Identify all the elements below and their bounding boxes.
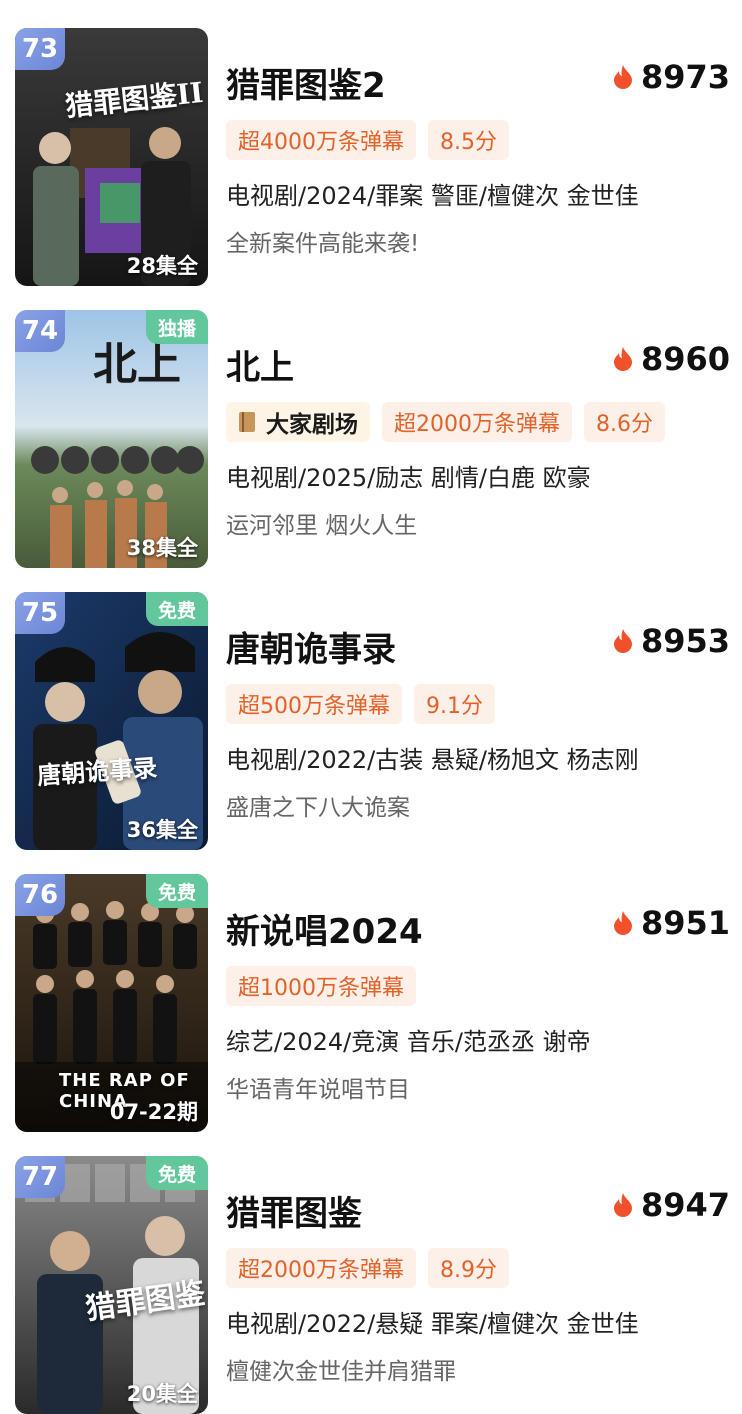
rank-badge: 75 bbox=[15, 592, 65, 634]
flame-icon bbox=[613, 1193, 632, 1217]
heat-score: 8953 bbox=[613, 622, 730, 660]
show-meta: 综艺/2024/竞演 音乐/范丞丞 谢帝 bbox=[226, 1028, 591, 1056]
danmaku-tag: 超2000万条弹幕 bbox=[226, 1248, 416, 1288]
free-badge: 免费 bbox=[145, 1156, 208, 1190]
show-meta: 电视剧/2025/励志 剧情/白鹿 欧豪 bbox=[226, 464, 591, 492]
rank-badge: 76 bbox=[15, 874, 65, 916]
tag-list: 超2000万条弹幕 8.9分 bbox=[226, 1248, 509, 1288]
show-title[interactable]: 唐朝诡事录 bbox=[226, 622, 396, 671]
flame-icon bbox=[613, 347, 632, 371]
rank-badge: 73 bbox=[15, 28, 65, 70]
heat-value: 8973 bbox=[640, 58, 730, 96]
show-title[interactable]: 新说唱2024 bbox=[226, 904, 423, 953]
danmaku-tag: 超1000万条弹幕 bbox=[226, 966, 416, 1006]
poster[interactable]: 猎罪图鉴 77 免费 20集全 bbox=[15, 1156, 208, 1414]
heat-value: 8947 bbox=[640, 1186, 730, 1224]
list-item[interactable]: 北上 74 独播 38集全 北上 8960 大家剧场 超2000万条弹幕 8.6… bbox=[0, 310, 742, 568]
heat-value: 8960 bbox=[640, 340, 730, 378]
episode-count: 07-22期 bbox=[109, 1100, 198, 1124]
danmaku-tag: 超500万条弹幕 bbox=[226, 684, 402, 724]
theater-label: 大家剧场 bbox=[266, 411, 358, 438]
episode-count: 38集全 bbox=[126, 536, 198, 560]
rank-badge: 77 bbox=[15, 1156, 65, 1198]
show-description: 檀健次金世佳并肩猎罪 bbox=[226, 1359, 456, 1385]
episode-count: 36集全 bbox=[126, 818, 198, 842]
show-meta: 电视剧/2022/悬疑 罪案/檀健次 金世佳 bbox=[226, 1310, 639, 1338]
show-title[interactable]: 北上 bbox=[226, 340, 294, 389]
show-description: 华语青年说唱节目 bbox=[226, 1077, 410, 1103]
show-meta: 电视剧/2024/罪案 警匪/檀健次 金世佳 bbox=[226, 182, 639, 210]
heat-score: 8973 bbox=[613, 58, 730, 96]
episode-count: 20集全 bbox=[126, 1382, 198, 1406]
score-tag: 8.9分 bbox=[428, 1248, 509, 1288]
list-item[interactable]: 猎罪图鉴 77 免费 20集全 猎罪图鉴 8947 超2000万条弹幕 8.9分… bbox=[0, 1156, 742, 1414]
poster[interactable]: 唐朝诡事录 75 免费 36集全 bbox=[15, 592, 208, 850]
poster[interactable]: 猎罪图鉴II 73 28集全 bbox=[15, 28, 208, 286]
show-title[interactable]: 猎罪图鉴2 bbox=[226, 58, 386, 107]
score-tag: 9.1分 bbox=[414, 684, 495, 724]
show-title[interactable]: 猎罪图鉴 bbox=[226, 1186, 362, 1235]
tag-list: 超1000万条弹幕 bbox=[226, 966, 416, 1006]
exclusive-badge: 独播 bbox=[145, 310, 208, 344]
show-meta: 电视剧/2022/古装 悬疑/杨旭文 杨志刚 bbox=[226, 746, 639, 774]
theater-tag: 大家剧场 bbox=[226, 402, 370, 442]
score-tag: 8.6分 bbox=[584, 402, 665, 442]
tag-list: 大家剧场 超2000万条弹幕 8.6分 bbox=[226, 402, 665, 442]
free-badge: 免费 bbox=[145, 592, 208, 626]
episode-count: 28集全 bbox=[126, 254, 198, 278]
tag-list: 超500万条弹幕 9.1分 bbox=[226, 684, 495, 724]
flame-icon bbox=[613, 911, 632, 935]
free-badge: 免费 bbox=[145, 874, 208, 908]
show-description: 运河邻里 烟火人生 bbox=[226, 513, 418, 539]
ranking-list: 猎罪图鉴II 73 28集全 猎罪图鉴2 8973 超4000万条弹幕 8.5分… bbox=[0, 0, 742, 1414]
heat-value: 8951 bbox=[640, 904, 730, 942]
score-tag: 8.5分 bbox=[428, 120, 509, 160]
flame-icon bbox=[613, 65, 632, 89]
list-item[interactable]: THE RAP OF CHINA 76 免费 07-22期 新说唱2024 89… bbox=[0, 874, 742, 1132]
flame-icon bbox=[613, 629, 632, 653]
heat-score: 8951 bbox=[613, 904, 730, 942]
poster[interactable]: THE RAP OF CHINA 76 免费 07-22期 bbox=[15, 874, 208, 1132]
book-icon bbox=[239, 412, 255, 432]
list-item[interactable]: 唐朝诡事录 75 免费 36集全 唐朝诡事录 8953 超500万条弹幕 9.1… bbox=[0, 592, 742, 850]
tag-list: 超4000万条弹幕 8.5分 bbox=[226, 120, 509, 160]
rank-badge: 74 bbox=[15, 310, 65, 352]
danmaku-tag: 超4000万条弹幕 bbox=[226, 120, 416, 160]
show-description: 盛唐之下八大诡案 bbox=[226, 795, 410, 821]
poster[interactable]: 北上 74 独播 38集全 bbox=[15, 310, 208, 568]
heat-value: 8953 bbox=[640, 622, 730, 660]
heat-score: 8960 bbox=[613, 340, 730, 378]
list-item[interactable]: 猎罪图鉴II 73 28集全 猎罪图鉴2 8973 超4000万条弹幕 8.5分… bbox=[0, 28, 742, 286]
heat-score: 8947 bbox=[613, 1186, 730, 1224]
danmaku-tag: 超2000万条弹幕 bbox=[382, 402, 572, 442]
show-description: 全新案件高能来袭! bbox=[226, 231, 420, 257]
